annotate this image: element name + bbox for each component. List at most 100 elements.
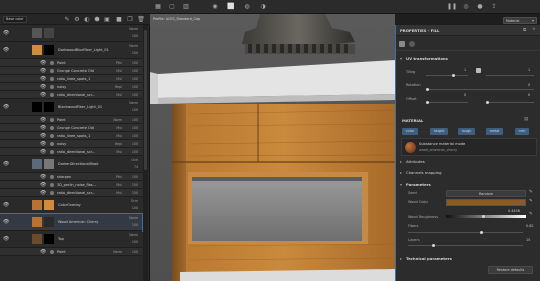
sublayer-name[interactable]: noisy xyxy=(57,85,66,89)
fibers-value[interactable]: 0.62 xyxy=(526,224,534,228)
fill-tab-icon[interactable] xyxy=(399,41,405,47)
sublayer-name[interactable]: ratio_directional_scr... xyxy=(57,191,95,195)
visibility-eye-icon[interactable]: 👁 xyxy=(3,105,11,110)
sublayer-blend-mode[interactable]: Mul xyxy=(116,191,122,195)
visibility-eye-icon[interactable]: 👁 xyxy=(40,149,48,155)
blend-mode-select[interactable]: Base color xyxy=(3,16,27,23)
sublayer-blend-mode[interactable]: Repl xyxy=(115,85,122,89)
duplicate-icon[interactable]: ❐ xyxy=(126,15,134,24)
chip-metal[interactable]: metal xyxy=(486,128,503,135)
visibility-eye-icon[interactable]: 👁 xyxy=(40,117,48,123)
sublayer-name[interactable]: Paint xyxy=(57,250,66,254)
visibility-eye-icon[interactable]: 👁 xyxy=(40,92,48,98)
sublayer-name[interactable]: noisy xyxy=(57,142,66,146)
add-mask-icon[interactable]: ◐ xyxy=(83,15,91,24)
sublayer-blend-mode[interactable]: Mul xyxy=(116,93,122,97)
rotation-value[interactable]: 0 xyxy=(528,83,530,87)
visibility-eye-icon[interactable]: 👁 xyxy=(3,31,11,36)
tiling-slider-y[interactable] xyxy=(486,75,534,76)
view-grid-icon[interactable]: ▦ xyxy=(154,2,162,11)
sublayer-row[interactable]: 👁 3D_perlin_noise_flas... Mul 100 xyxy=(0,181,142,189)
sublayer-blend-mode[interactable]: Mul xyxy=(116,183,122,187)
layer-row[interactable]: 👁 ColorOverlay Scrn 100 xyxy=(0,197,142,214)
layers-scrollbar-thumb[interactable] xyxy=(144,30,147,170)
layers-param-value[interactable]: 15 xyxy=(526,238,530,242)
material-view-icon[interactable]: ● xyxy=(476,2,484,11)
sublayer-opacity[interactable]: 100 xyxy=(132,134,138,138)
visibility-eye-icon[interactable]: 👁 xyxy=(40,141,48,147)
layers-param-knob[interactable] xyxy=(432,243,435,247)
sublayer-blend-mode[interactable]: Pthl xyxy=(116,61,122,65)
close-icon[interactable]: × xyxy=(532,27,536,32)
visibility-eye-icon[interactable]: 👁 xyxy=(3,162,11,167)
layer-blend-mode[interactable]: Norm xyxy=(129,44,138,48)
sublayer-opacity[interactable]: 100 xyxy=(132,85,138,89)
sublayer-opacity[interactable]: 100 xyxy=(132,142,138,146)
sublayer-row[interactable]: 👁 Grunge Concrete Old Mul 100 xyxy=(0,124,142,132)
layer-row[interactable]: 👁 Top Norm 100 xyxy=(0,231,142,248)
sublayer-row[interactable]: 👁 Paint Norm 100 xyxy=(0,116,142,124)
channels-mapping-section[interactable]: ▸ Channels mapping xyxy=(396,169,540,177)
roughness-picker-icon[interactable]: ✎ xyxy=(529,212,533,217)
sublayer-opacity[interactable]: 100 xyxy=(132,191,138,195)
fibers-slider[interactable] xyxy=(408,232,523,233)
material-mode-card[interactable]: Substance material mode wood_american_ch… xyxy=(401,138,537,156)
rotation-slider-knob[interactable] xyxy=(426,87,429,91)
rotation-slider[interactable] xyxy=(426,89,534,90)
camera-settings-icon[interactable]: ◎ xyxy=(462,2,470,11)
sublayer-opacity[interactable]: 100 xyxy=(132,61,138,65)
sublayer-row[interactable]: 👁 ratio_directional_scr... Mul 100 xyxy=(0,148,142,156)
offset-y-slider[interactable] xyxy=(486,102,534,103)
layer-opacity[interactable]: 100 xyxy=(132,51,138,55)
sublayer-name[interactable]: ratio_linee_spots_1 xyxy=(57,77,90,81)
layer-name[interactable]: Top xyxy=(58,237,64,241)
render-icon[interactable]: ◍ xyxy=(243,2,251,11)
visibility-eye-icon[interactable]: 👁 xyxy=(3,203,11,208)
sublayer-blend-mode[interactable]: Mul xyxy=(116,77,122,81)
visibility-eye-icon[interactable]: 👁 xyxy=(40,182,48,188)
sublayer-blend-mode[interactable]: Norm xyxy=(113,118,122,122)
wood-roughness-knob[interactable] xyxy=(482,214,485,218)
view-single-icon[interactable]: ▢ xyxy=(168,2,176,11)
share-icon[interactable]: ⇪ xyxy=(490,2,498,11)
sublayer-row[interactable]: 👁 ratio_directional_scr... Mul 100 xyxy=(0,91,142,99)
add-generator-icon[interactable]: ⚙ xyxy=(73,15,81,24)
layer-row[interactable]: 👁 Norm 100 xyxy=(0,25,142,42)
offset-x-value[interactable]: 0 xyxy=(464,93,466,97)
camera-icon[interactable]: ◉ xyxy=(211,2,219,11)
layer-name[interactable]: DarkwoodBlueFiber_Light_01 xyxy=(58,48,109,52)
sublayer-blend-mode[interactable]: Mul xyxy=(116,126,122,130)
sublayer-row[interactable]: 👁 Grunge Concrete Old Mul 100 xyxy=(0,67,142,75)
visibility-eye-icon[interactable]: 👁 xyxy=(40,133,48,139)
sublayer-blend-mode[interactable]: Pthl xyxy=(116,175,122,179)
layer-opacity[interactable]: 74 xyxy=(134,165,138,169)
layer-blend-mode[interactable]: Norm xyxy=(129,27,138,31)
visibility-eye-icon[interactable]: 👁 xyxy=(3,237,11,242)
sublayer-opacity[interactable]: 100 xyxy=(132,126,138,130)
color-picker-icon[interactable]: ✎ xyxy=(529,199,533,204)
layer-opacity[interactable]: 100 xyxy=(132,108,138,112)
layer-row[interactable]: 👁 DarkenDirectionalMask Ovrl 74 xyxy=(0,156,142,173)
visibility-eye-icon[interactable]: 👁 xyxy=(3,220,11,225)
wood-roughness-value[interactable]: 0.4496 xyxy=(508,209,520,213)
sublayer-name[interactable]: ratio_directional_scr... xyxy=(57,93,95,97)
visibility-eye-icon[interactable]: 👁 xyxy=(40,84,48,90)
sublayer-opacity[interactable]: 100 xyxy=(132,93,138,97)
layer-name[interactable]: DarkenDirectionalMask xyxy=(58,162,99,166)
mask-tab-icon[interactable] xyxy=(409,41,415,47)
chip-nrm[interactable]: nrm xyxy=(515,128,529,135)
fibers-knob[interactable] xyxy=(480,230,483,234)
sublayer-name[interactable]: Grunge Concrete Old xyxy=(57,69,94,73)
sublayer-row[interactable]: 👁 noisy Repl 100 xyxy=(0,140,142,148)
wood-color-swatch[interactable] xyxy=(446,199,526,206)
chip-height[interactable]: height xyxy=(430,128,448,135)
layer-blend-mode[interactable]: Norm xyxy=(129,216,138,220)
layers-param-slider[interactable] xyxy=(408,245,523,246)
attributes-section[interactable]: ▸ Attributes xyxy=(396,158,540,166)
sublayer-opacity[interactable]: 100 xyxy=(132,183,138,187)
add-effect-icon[interactable]: ✎ xyxy=(63,15,71,24)
layer-blend-mode[interactable]: Scrn xyxy=(131,199,138,203)
sublayer-opacity[interactable]: 100 xyxy=(132,118,138,122)
layer-opacity[interactable]: 100 xyxy=(132,206,138,210)
layer-row[interactable]: 👁 BlackwoodFiber_Light_01 Norm 100 xyxy=(0,99,142,116)
